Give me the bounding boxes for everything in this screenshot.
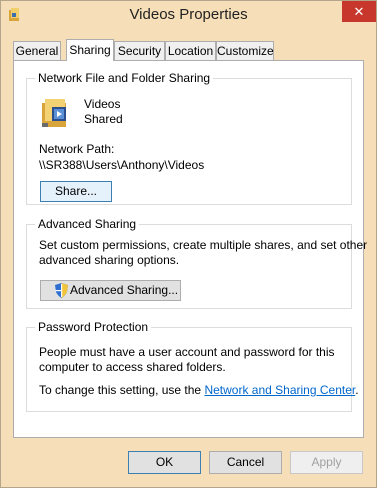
network-path-value: \\SR388\Users\Anthony\Videos — [39, 158, 205, 172]
tab-sharing[interactable]: Sharing — [66, 39, 114, 61]
network-sharing-legend: Network File and Folder Sharing — [35, 71, 214, 85]
password-protection-legend: Password Protection — [35, 320, 152, 334]
advanced-sharing-button[interactable]: Advanced Sharing... — [40, 280, 181, 301]
share-button[interactable]: Share... — [40, 181, 112, 202]
change-setting-text: To change this setting, use the Network … — [39, 383, 359, 398]
advanced-sharing-button-label: Advanced Sharing... — [70, 283, 179, 297]
change-setting-suffix: . — [355, 383, 359, 397]
advanced-sharing-description-2: advanced sharing options. — [39, 253, 180, 267]
tab-general[interactable]: General — [13, 41, 61, 60]
close-button[interactable]: ✕ — [342, 1, 376, 22]
tab-security[interactable]: Security — [114, 41, 165, 60]
advanced-sharing-group: Advanced Sharing Set custom permissions,… — [26, 217, 367, 309]
change-setting-prefix: To change this setting, use the — [39, 383, 205, 397]
network-sharing-group: Network File and Folder Sharing Videos S… — [26, 71, 352, 205]
advanced-sharing-legend: Advanced Sharing — [35, 217, 140, 231]
network-path-label: Network Path: — [39, 142, 115, 156]
folder-name: Videos — [84, 97, 121, 111]
share-status: Shared — [84, 112, 123, 126]
password-protection-line-1: People must have a user account and pass… — [39, 345, 335, 359]
network-sharing-center-link[interactable]: Network and Sharing Center — [204, 383, 355, 397]
password-protection-group: Password Protection People must have a u… — [26, 320, 359, 412]
shared-folder-icon — [40, 97, 70, 132]
password-protection-line-2: computer to access shared folders. — [39, 360, 226, 374]
sharing-panel: Network File and Folder Sharing Videos S… — [13, 60, 367, 438]
ok-button[interactable]: OK — [128, 451, 201, 474]
title-bar: Videos Properties ✕ — [1, 1, 376, 31]
apply-button[interactable]: Apply — [290, 451, 363, 474]
close-icon: ✕ — [353, 4, 365, 19]
cancel-button[interactable]: Cancel — [209, 451, 282, 474]
uac-shield-icon — [55, 283, 68, 304]
tab-location[interactable]: Location — [165, 41, 216, 60]
tab-customize[interactable]: Customize — [216, 41, 274, 60]
advanced-sharing-description-1: Set custom permissions, create multiple … — [39, 238, 368, 252]
window-title: Videos Properties — [129, 6, 248, 23]
properties-window: Videos Properties ✕ General Sharing Secu… — [0, 0, 377, 488]
